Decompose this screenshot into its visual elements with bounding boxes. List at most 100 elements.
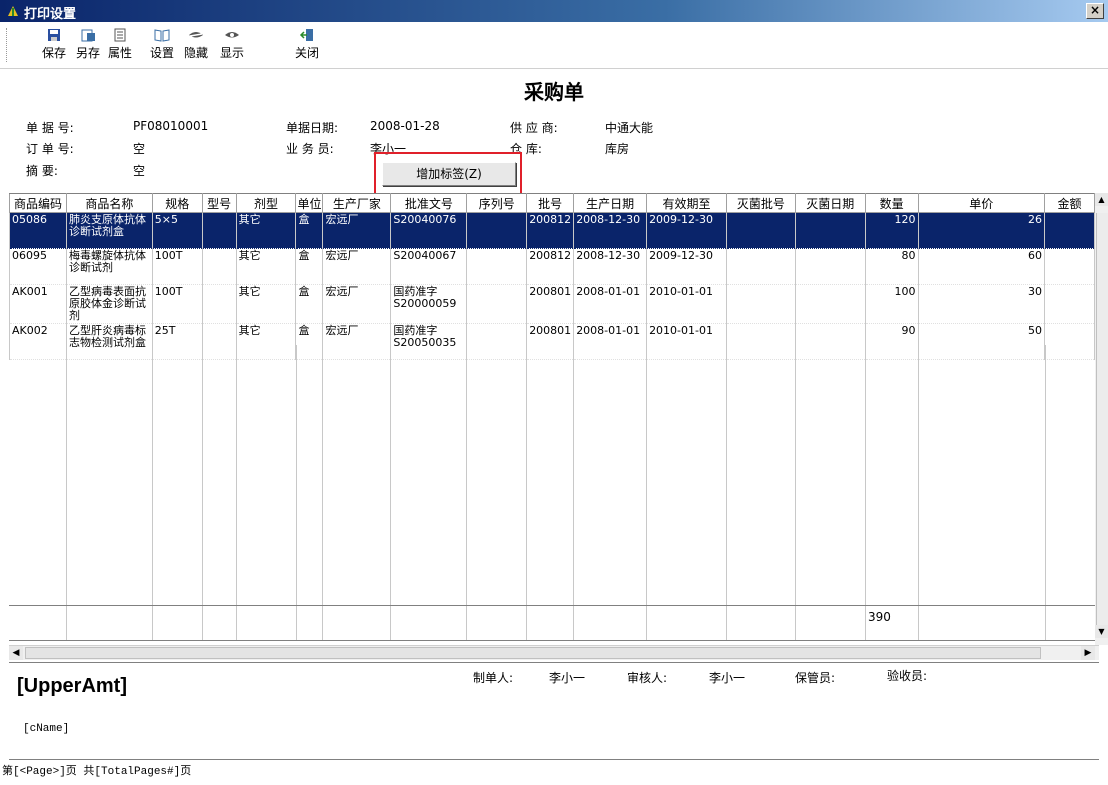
cell-amount[interactable]	[1044, 212, 1095, 249]
col-header[interactable]: 批号	[526, 193, 575, 213]
cell-maker[interactable]: 宏远厂	[322, 212, 392, 249]
table-row[interactable]: 05086 肺炎支原体抗体诊断试剂盒 5×5 其它 盒 宏远厂 S2004007…	[9, 212, 1095, 249]
col-header[interactable]: 数量	[864, 193, 919, 213]
cell-form[interactable]: 其它	[235, 212, 297, 249]
cell-model[interactable]	[201, 284, 237, 324]
col-header[interactable]: 有效期至	[646, 193, 727, 213]
close-window-button[interactable]: ×	[1086, 3, 1104, 19]
cell-exp[interactable]: 2009-12-30	[646, 212, 727, 249]
cell-qty[interactable]: 120	[864, 212, 919, 249]
col-header[interactable]: 商品名称	[65, 193, 153, 213]
cell-price[interactable]: 26	[917, 212, 1046, 249]
cell-unit[interactable]: 盒	[295, 284, 324, 324]
toolbar: 保存 另存 属性 设置 隐藏 显示 关闭	[0, 22, 1108, 69]
cell-model[interactable]	[201, 248, 237, 285]
horizontal-scrollbar[interactable]: ◀ ▶	[9, 645, 1099, 660]
close-label: 关闭	[294, 46, 319, 60]
scroll-up-icon[interactable]: ▲	[1095, 193, 1108, 206]
scroll-left-icon[interactable]: ◀	[9, 646, 23, 660]
save-as-icon	[81, 29, 95, 42]
cell-sdate[interactable]	[794, 284, 866, 324]
cell-name[interactable]: 乙型病毒表面抗原胶体金诊断试剂	[65, 284, 153, 324]
cell-spec[interactable]: 100T	[151, 284, 203, 324]
col-header[interactable]: 商品编码	[9, 193, 67, 213]
properties-icon	[114, 28, 126, 42]
save-as-button[interactable]: 另存	[71, 26, 105, 66]
col-header[interactable]: 型号	[201, 193, 237, 213]
toolbar-grip[interactable]	[6, 28, 10, 62]
vertical-scrollbar[interactable]: ▲ ▼	[1095, 193, 1108, 645]
col-header[interactable]: 剂型	[235, 193, 297, 213]
cell-exp[interactable]: 2009-12-30	[646, 248, 727, 285]
cell-amount[interactable]	[1044, 248, 1095, 285]
cell-batch[interactable]: 200812	[526, 248, 575, 285]
cell-exp[interactable]: 2010-01-01	[646, 284, 727, 324]
order-no-value: 空	[133, 142, 146, 156]
cell-price[interactable]: 60	[917, 248, 1046, 285]
cell-price[interactable]: 30	[917, 284, 1046, 324]
maker-label: 制单人:	[473, 671, 514, 685]
col-header[interactable]: 单位	[295, 193, 324, 213]
cell-batch[interactable]: 200812	[526, 212, 575, 249]
cell-sdate[interactable]	[794, 212, 866, 249]
eye-icon	[225, 32, 239, 38]
cell-batch[interactable]: 200801	[526, 284, 575, 324]
cell-maker[interactable]: 宏远厂	[322, 284, 392, 324]
col-header[interactable]: 生产日期	[573, 193, 648, 213]
col-header[interactable]: 批准文号	[390, 193, 468, 213]
save-button[interactable]: 保存	[37, 26, 71, 66]
cell-amount[interactable]	[1044, 284, 1095, 324]
col-header[interactable]: 规格	[151, 193, 203, 213]
cell-serial[interactable]	[466, 284, 528, 324]
cell-name[interactable]: 梅毒螺旋体抗体诊断试剂	[65, 248, 153, 285]
cell-form[interactable]: 其它	[235, 248, 297, 285]
cell-approval[interactable]: S20040076	[390, 212, 468, 249]
col-header[interactable]: 序列号	[466, 193, 528, 213]
cell-form[interactable]: 其它	[235, 284, 297, 324]
cell-unit[interactable]: 盒	[295, 248, 324, 285]
auditor-value: 李小一	[709, 671, 746, 685]
cell-sbatch[interactable]	[725, 212, 796, 249]
cell-approval[interactable]: S20040067	[390, 248, 468, 285]
cell-model[interactable]	[201, 212, 237, 249]
table-row[interactable]: 06095 梅毒螺旋体抗体诊断试剂 100T 其它 盒 宏远厂 S2004006…	[9, 248, 1095, 285]
cell-unit[interactable]: 盒	[295, 212, 324, 249]
col-header[interactable]: 生产厂家	[322, 193, 392, 213]
add-label-button[interactable]: 增加标签(Z)	[382, 162, 516, 186]
cell-code[interactable]: AK001	[9, 284, 67, 324]
table-row[interactable]: AK001 乙型病毒表面抗原胶体金诊断试剂 100T 其它 盒 宏远厂 国药准字…	[9, 284, 1095, 324]
cell-qty[interactable]: 100	[864, 284, 919, 324]
cell-approval[interactable]: 国药准字S20000059	[390, 284, 468, 324]
cell-serial[interactable]	[466, 248, 528, 285]
cell-serial[interactable]	[466, 212, 528, 249]
keeper-label: 保管员:	[795, 671, 836, 685]
scroll-right-icon[interactable]: ▶	[1081, 646, 1095, 660]
cell-mfg[interactable]: 2008-12-30	[573, 212, 648, 249]
col-header[interactable]: 灭菌日期	[794, 193, 866, 213]
report-footer: [UpperAmt] [cName] 制单人: 李小一 审核人: 李小一 保管员…	[9, 662, 1099, 760]
cell-sbatch[interactable]	[725, 284, 796, 324]
vertical-scroll-thumb[interactable]	[1096, 213, 1108, 638]
cell-qty[interactable]: 80	[864, 248, 919, 285]
cell-spec[interactable]: 5×5	[151, 212, 203, 249]
cell-mfg[interactable]: 2008-01-01	[573, 284, 648, 324]
cell-mfg[interactable]: 2008-12-30	[573, 248, 648, 285]
show-button[interactable]: 显示	[215, 26, 249, 66]
horizontal-scroll-thumb[interactable]	[25, 647, 1041, 659]
col-header[interactable]: 金额	[1044, 193, 1095, 213]
hide-button[interactable]: 隐藏	[179, 26, 213, 66]
cell-maker[interactable]: 宏远厂	[322, 248, 392, 285]
save-as-label: 另存	[75, 46, 100, 60]
cell-sbatch[interactable]	[725, 248, 796, 285]
cell-spec[interactable]: 100T	[151, 248, 203, 285]
cell-code[interactable]: 05086	[9, 212, 67, 249]
properties-button[interactable]: 属性	[103, 26, 137, 66]
close-button[interactable]: 关闭	[290, 26, 324, 66]
col-header[interactable]: 单价	[917, 193, 1046, 213]
cell-sdate[interactable]	[794, 248, 866, 285]
settings-button[interactable]: 设置	[145, 26, 179, 66]
scroll-down-icon[interactable]: ▼	[1095, 625, 1108, 638]
col-header[interactable]: 灭菌批号	[725, 193, 796, 213]
cell-code[interactable]: 06095	[9, 248, 67, 285]
cell-name[interactable]: 肺炎支原体抗体诊断试剂盒	[65, 212, 153, 249]
